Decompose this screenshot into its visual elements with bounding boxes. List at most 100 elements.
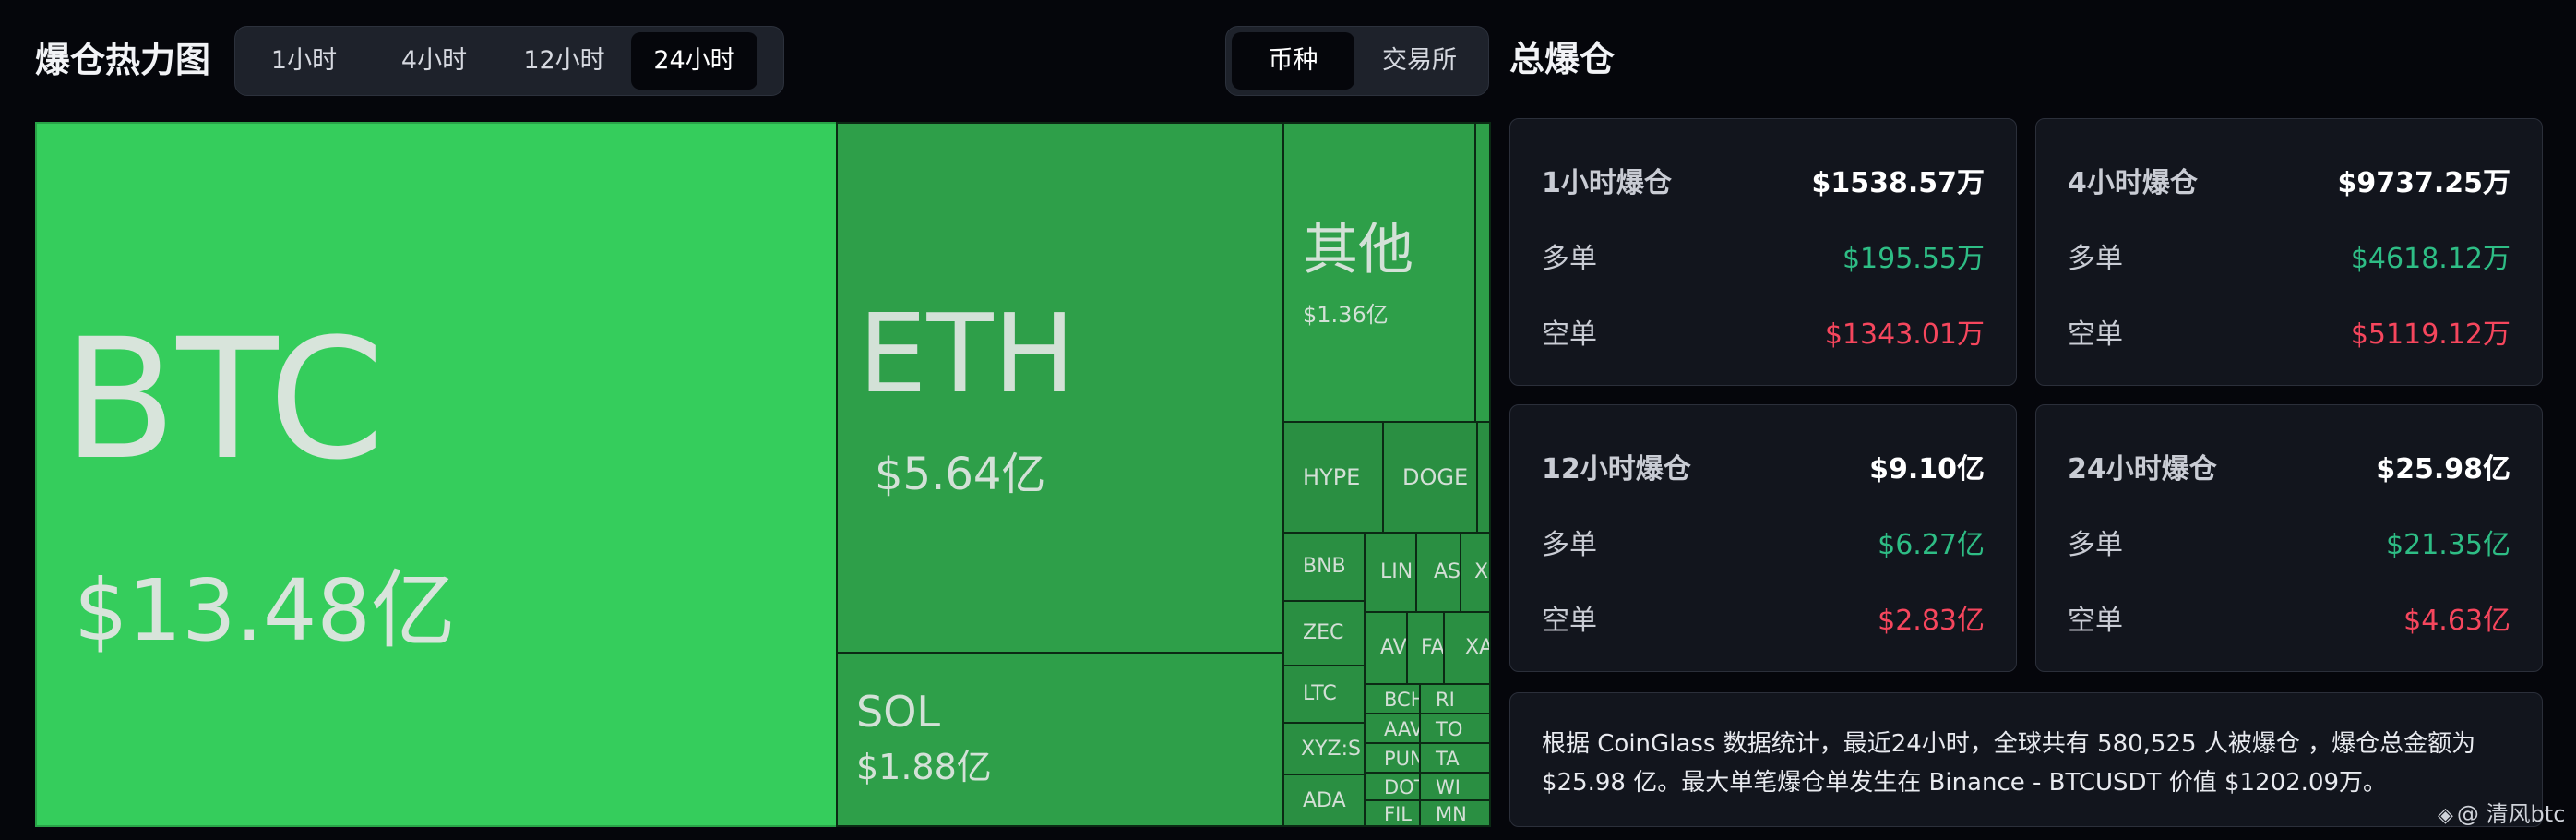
treemap-tile-ri[interactable]: RI	[1419, 683, 1491, 714]
tile-symbol: AV	[1380, 636, 1407, 659]
page-title: 爆仓热力图	[35, 40, 211, 80]
treemap-tile-sol[interactable]: SOL $1.88亿	[836, 652, 1284, 827]
card-total: $25.98亿	[2376, 453, 2510, 486]
card-1h-liquidation: 1小时爆仓 $1538.57万 多单 $195.55万 空单 $1343.01万	[1509, 118, 2017, 386]
tab-exchange[interactable]: 交易所	[1358, 32, 1481, 90]
card-12h-liquidation: 12小时爆仓 $9.10亿 多单 $6.27亿 空单 $2.83亿	[1509, 404, 2017, 672]
summary-title: 总爆仓	[1509, 39, 1616, 79]
short-value: $1343.01万	[1824, 318, 1985, 351]
treemap-tile-ltc[interactable]: LTC	[1282, 665, 1366, 724]
tile-symbol: PUN	[1384, 748, 1421, 770]
treemap-tile-av[interactable]: AV	[1364, 611, 1408, 685]
watermark: ◈ @ 清风btc	[2438, 798, 2565, 831]
tile-symbol: ZEC	[1303, 621, 1344, 644]
tile-symbol: FA	[1421, 636, 1445, 659]
treemap-tile-aave[interactable]: AAV	[1364, 713, 1421, 744]
treemap-tile-bnb[interactable]: BNB	[1282, 532, 1366, 602]
short-value: $2.83亿	[1878, 605, 1985, 637]
treemap-tile-fa[interactable]: FA	[1406, 611, 1445, 685]
liquidation-description: 根据 CoinGlass 数据统计，最近24小时，全球共有 580,525 人被…	[1509, 692, 2543, 827]
time-range-selector: 1小时 4小时 12小时 24小时	[234, 26, 784, 96]
card-label: 1小时爆仓	[1542, 167, 1672, 199]
tile-symbol: LIN	[1380, 560, 1413, 583]
tile-symbol: MN	[1436, 803, 1467, 825]
card-24h-liquidation: 24小时爆仓 $25.98亿 多单 $21.35亿 空单 $4.63亿	[2035, 404, 2543, 672]
watermark-text: @ 清风btc	[2456, 801, 2566, 827]
short-value: $5119.12万	[2350, 318, 2510, 351]
liquidation-treemap: BTC $13.48亿 ETH $5.64亿 SOL $1.88亿 其他 $1.…	[35, 122, 1491, 827]
tile-symbol: X	[1474, 560, 1489, 583]
long-value: $6.27亿	[1878, 529, 1985, 561]
tile-value: $1.36亿	[1303, 302, 1389, 328]
tile-symbol: ADA	[1303, 789, 1346, 812]
view-selector: 币种 交易所	[1225, 26, 1489, 96]
treemap-tile-btc[interactable]: BTC $13.48亿	[35, 122, 838, 827]
tile-symbol: AAV	[1384, 718, 1421, 740]
card-label: 24小时爆仓	[2068, 453, 2217, 486]
card-total: $9.10亿	[1869, 453, 1985, 486]
treemap-tile-fil[interactable]: FIL	[1364, 799, 1421, 827]
treemap-tile-doge[interactable]: DOGE	[1382, 421, 1478, 534]
treemap-tile-sliver[interactable]	[1476, 421, 1491, 534]
treemap-tile-ta[interactable]: TA	[1419, 742, 1491, 774]
card-label: 12小时爆仓	[1542, 453, 1691, 486]
tile-symbol: FIL	[1384, 803, 1412, 825]
treemap-tile-xyz[interactable]: XYZ:S	[1282, 722, 1366, 775]
card-4h-liquidation: 4小时爆仓 $9737.25万 多单 $4618.12万 空单 $5119.12…	[2035, 118, 2543, 386]
long-label: 多单	[2068, 529, 2123, 561]
tab-1h[interactable]: 1小时	[241, 32, 367, 90]
tile-symbol: TO	[1436, 718, 1463, 740]
tab-coin[interactable]: 币种	[1232, 32, 1354, 90]
treemap-tile-xa[interactable]: XA	[1443, 611, 1491, 685]
tile-symbol: WI	[1436, 776, 1461, 798]
short-label: 空单	[1542, 318, 1597, 351]
tile-value: $1.88亿	[856, 747, 992, 787]
tile-symbol: AS	[1434, 560, 1461, 583]
short-value: $4.63亿	[2403, 605, 2510, 637]
tile-symbol: 其他	[1303, 218, 1413, 282]
treemap-tile-zec[interactable]: ZEC	[1282, 600, 1366, 666]
card-label: 4小时爆仓	[2068, 167, 2198, 199]
tile-symbol: BTC	[63, 304, 385, 497]
tile-value: $13.48亿	[74, 561, 456, 660]
treemap-tile-wi[interactable]: WI	[1419, 772, 1491, 801]
treemap-tile-pun[interactable]: PUN	[1364, 742, 1421, 774]
description-line-1: 根据 CoinGlass 数据统计，最近24小时，全球共有 580,525 人被…	[1542, 730, 2476, 758]
long-label: 多单	[2068, 243, 2123, 275]
short-label: 空单	[2068, 318, 2123, 351]
treemap-tile-to[interactable]: TO	[1419, 713, 1491, 744]
treemap-tile-eth[interactable]: ETH $5.64亿	[836, 122, 1284, 654]
treemap-tile-sliver[interactable]	[1474, 122, 1491, 423]
tile-symbol: DOT	[1384, 776, 1419, 798]
short-label: 空单	[2068, 605, 2123, 637]
tile-symbol: XYZ:S	[1301, 738, 1361, 761]
tile-symbol: ETH	[858, 290, 1076, 417]
tab-4h[interactable]: 4小时	[371, 32, 497, 90]
long-label: 多单	[1542, 243, 1597, 275]
long-label: 多单	[1542, 529, 1597, 561]
treemap-tile-mn[interactable]: MN	[1419, 799, 1491, 827]
treemap-tile-x[interactable]: X	[1460, 532, 1491, 613]
tile-symbol: TA	[1436, 748, 1460, 770]
long-value: $195.55万	[1842, 243, 1985, 275]
tile-symbol: XA	[1465, 636, 1491, 659]
description-line-2: $25.98 亿。最大单笔爆仓单发生在 Binance - BTCUSDT 价值…	[1542, 769, 2388, 797]
tile-symbol: DOGE	[1402, 464, 1469, 490]
tile-value: $5.64亿	[875, 449, 1046, 500]
treemap-tile-ada[interactable]: ADA	[1282, 774, 1366, 827]
card-total: $9737.25万	[2337, 167, 2510, 199]
tab-12h[interactable]: 12小时	[501, 32, 627, 90]
tile-symbol: BCH	[1384, 689, 1419, 711]
treemap-tile-dot[interactable]: DOT	[1364, 772, 1421, 801]
tab-24h[interactable]: 24小时	[631, 32, 757, 90]
treemap-tile-hype[interactable]: HYPE	[1282, 421, 1384, 534]
tile-symbol: LTC	[1303, 682, 1337, 705]
treemap-tile-bch[interactable]: BCH	[1364, 683, 1421, 714]
diamond-icon: ◈	[2438, 804, 2453, 827]
treemap-tile-as[interactable]: AS	[1415, 532, 1461, 613]
treemap-tile-others[interactable]: 其他 $1.36亿	[1282, 122, 1476, 423]
card-total: $1538.57万	[1811, 167, 1985, 199]
long-value: $4618.12万	[2350, 243, 2510, 275]
treemap-tile-link[interactable]: LIN	[1364, 532, 1417, 613]
short-label: 空单	[1542, 605, 1597, 637]
